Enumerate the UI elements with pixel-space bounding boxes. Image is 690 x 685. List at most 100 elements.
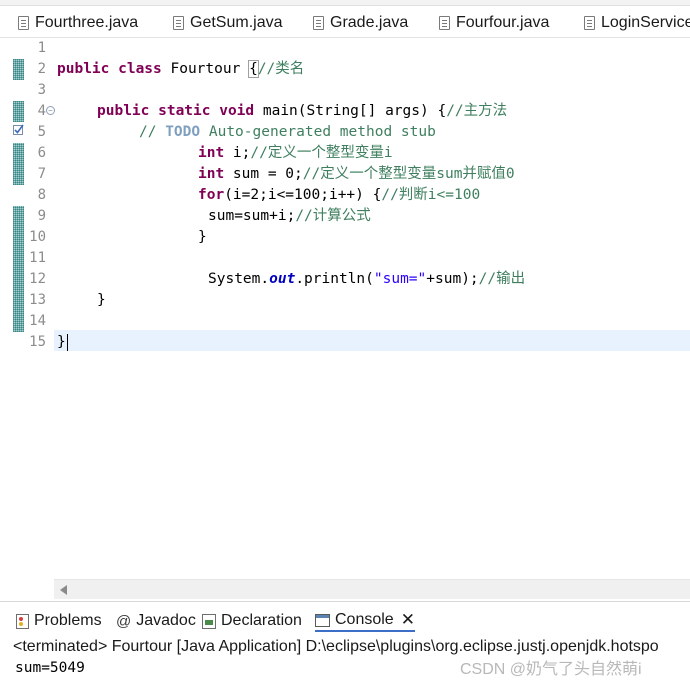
change-marker xyxy=(13,143,24,185)
line-number: 5 xyxy=(37,124,46,140)
console-status-line: <terminated> Fourtour [Java Application]… xyxy=(13,638,659,655)
line-number: 9 xyxy=(37,208,46,224)
todo-tag: TODO xyxy=(165,124,201,140)
close-icon[interactable]: ✕ xyxy=(401,610,415,630)
task-marker-icon xyxy=(13,124,24,135)
current-line-highlight xyxy=(54,330,690,351)
tab-grade[interactable]: Grade.java xyxy=(313,10,408,36)
code-line-4: public static void main(String[] args) {… xyxy=(97,101,507,122)
tab-label: Declaration xyxy=(221,612,302,629)
line-number: 12 xyxy=(29,271,46,287)
bottom-panel: Problems @ Javadoc Declaration Console ✕… xyxy=(0,601,690,685)
java-file-icon xyxy=(313,16,324,30)
comment: //类名 xyxy=(257,61,305,77)
keyword: int xyxy=(198,166,225,182)
change-marker xyxy=(13,101,24,122)
keyword: int xyxy=(198,145,225,161)
java-file-icon xyxy=(439,16,450,30)
tab-label: LoginService xyxy=(601,14,690,31)
java-file-icon xyxy=(18,16,29,30)
comment: //定义一个整型变量i xyxy=(250,145,393,161)
comment: //计算公式 xyxy=(295,208,371,224)
change-marker xyxy=(13,206,24,332)
comment: Auto-generated method stub xyxy=(200,124,436,140)
keyword: public static void xyxy=(97,103,255,119)
annotation-ruler xyxy=(0,38,13,601)
watermark: CSDN @奶气了头自然萌i xyxy=(460,661,642,678)
tab-label: Problems xyxy=(34,612,102,629)
keyword: public class xyxy=(57,61,162,77)
statement: sum = 0; xyxy=(224,166,303,182)
java-file-icon xyxy=(173,16,184,30)
tab-getsum[interactable]: GetSum.java xyxy=(173,10,282,36)
line-number: 13 xyxy=(29,292,46,308)
line-number: 10 xyxy=(29,229,46,245)
statement: .println( xyxy=(295,271,374,287)
comment: //定义一个整型变量sum并赋值0 xyxy=(302,166,515,182)
code-line-10: } xyxy=(198,227,207,248)
code-line-9: sum=sum+i;//计算公式 xyxy=(208,206,371,227)
line-number: 7 xyxy=(37,166,46,182)
comment: // xyxy=(139,124,166,140)
tab-label: Grade.java xyxy=(330,14,409,31)
code-line-6: int i;//定义一个整型变量i xyxy=(198,143,393,164)
statement: (i=2;i<=100;i++) { xyxy=(224,187,382,203)
console-icon xyxy=(315,613,330,627)
string-literal: "sum=" xyxy=(373,271,427,287)
comment: //主方法 xyxy=(446,103,508,119)
statement: i; xyxy=(224,145,251,161)
horizontal-scrollbar[interactable] xyxy=(54,579,690,599)
line-number: 6 xyxy=(37,145,46,161)
java-file-icon xyxy=(584,16,595,30)
problems-icon xyxy=(16,613,29,629)
tab-problems[interactable]: Problems xyxy=(16,610,102,632)
static-field: out xyxy=(269,271,296,287)
javadoc-icon: @ xyxy=(116,612,132,630)
line-number: 8 xyxy=(37,187,46,203)
tab-bar-top-strip xyxy=(0,0,690,6)
code-line-13: } xyxy=(97,290,106,311)
statement: } xyxy=(97,292,106,308)
tab-fourfour[interactable]: Fourfour.java xyxy=(439,10,549,36)
change-marker xyxy=(13,59,24,80)
method-signature: main(String[] args) { xyxy=(254,103,447,119)
tab-console[interactable]: Console ✕ xyxy=(315,610,415,632)
tab-javadoc[interactable]: @ Javadoc xyxy=(116,610,196,632)
statement: sum=sum+i; xyxy=(208,208,296,224)
class-name: Fourtour xyxy=(161,61,250,77)
editor-tab-bar: Fourthree.java GetSum.java Grade.java Fo… xyxy=(0,0,690,38)
statement: } xyxy=(57,334,66,350)
comment: //输出 xyxy=(478,271,526,287)
matching-bracket: { xyxy=(248,60,259,78)
line-number: 3 xyxy=(37,82,46,98)
fold-toggle-icon[interactable]: − xyxy=(46,106,55,115)
tab-loginservice[interactable]: LoginService xyxy=(584,10,690,36)
code-editor[interactable]: 1 2 3 4 − 5 6 7 8 9 10 11 12 13 14 15 pu… xyxy=(0,38,690,601)
statement: } xyxy=(198,229,207,245)
tab-fourthree[interactable]: Fourthree.java xyxy=(18,10,138,36)
line-number: 15 xyxy=(29,334,46,350)
code-line-2: public class Fourtour {//类名 xyxy=(57,59,304,80)
tab-label: Javadoc xyxy=(136,612,196,629)
console-output[interactable]: sum=5049 xyxy=(15,660,85,676)
line-number: 14 xyxy=(29,313,46,329)
keyword: for xyxy=(198,187,225,203)
tab-label: Fourfour.java xyxy=(456,14,550,31)
statement: +sum); xyxy=(426,271,479,287)
tab-label: Fourthree.java xyxy=(35,14,139,31)
code-line-12: System.out.println("sum="+sum);//输出 xyxy=(208,269,525,290)
tab-declaration[interactable]: Declaration xyxy=(202,610,302,632)
code-line-5: // TODO Auto-generated method stub xyxy=(139,122,436,143)
comment: //判断i<=100 xyxy=(381,187,481,203)
tab-label: Console xyxy=(335,611,394,628)
line-number: 11 xyxy=(29,250,46,266)
code-line-7: int sum = 0;//定义一个整型变量sum并赋值0 xyxy=(198,164,515,185)
code-line-15: } xyxy=(57,332,68,353)
line-number: 4 xyxy=(37,103,46,119)
text-caret xyxy=(66,333,68,351)
panel-tab-bar: Problems @ Javadoc Declaration Console ✕ xyxy=(0,602,690,636)
scroll-left-icon[interactable] xyxy=(60,585,67,595)
statement: System. xyxy=(208,271,270,287)
code-line-8: for(i=2;i<=100;i++) {//判断i<=100 xyxy=(198,185,480,206)
tab-label: GetSum.java xyxy=(190,14,283,31)
